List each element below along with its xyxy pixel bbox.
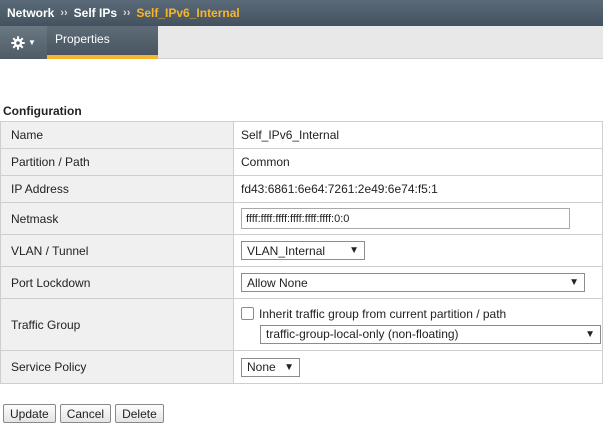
vlan-select-value: VLAN_Internal [247, 243, 326, 258]
partition-value: Common [233, 148, 603, 176]
name-value: Self_IPv6_Internal [233, 121, 603, 149]
tab-bar: ▼ Properties [0, 26, 603, 59]
port-lockdown-cell: Allow None ▼ [233, 266, 603, 299]
netmask-cell [233, 202, 603, 235]
chevron-down-icon: ▼ [28, 38, 36, 47]
table-row: IP Address fd43:6861:6e64:7261:2e49:6e74… [0, 175, 603, 203]
table-row: Service Policy None ▼ [0, 350, 603, 384]
service-policy-select-value: None [247, 360, 276, 374]
traffic-group-cell: Inherit traffic group from current parti… [233, 298, 603, 351]
breadcrumb: Network ›› Self IPs ›› Self_IPv6_Interna… [0, 0, 603, 26]
section-title: Configuration [3, 104, 82, 118]
port-lockdown-select[interactable]: Allow None ▼ [241, 273, 585, 292]
vlan-select[interactable]: VLAN_Internal ▼ [241, 241, 365, 260]
update-button[interactable]: Update [3, 404, 56, 423]
ip-address-value: fd43:6861:6e64:7261:2e49:6e74:f5:1 [233, 175, 603, 203]
ip-address-label: IP Address [0, 175, 234, 203]
tab-properties[interactable]: Properties [47, 26, 158, 59]
inherit-traffic-group-label: Inherit traffic group from current parti… [259, 306, 507, 321]
breadcrumb-network[interactable]: Network [7, 6, 54, 20]
configuration-table: Name Self_IPv6_Internal Partition / Path… [0, 121, 603, 384]
traffic-group-label: Traffic Group [0, 298, 234, 351]
port-lockdown-select-value: Allow None [247, 275, 308, 290]
cancel-button[interactable]: Cancel [59, 404, 112, 423]
service-policy-select[interactable]: None ▼ [241, 357, 300, 377]
traffic-group-select[interactable]: traffic-group-local-only (non-floating) … [260, 324, 601, 344]
service-policy-cell: None ▼ [233, 350, 603, 384]
gear-menu-button[interactable]: ▼ [0, 26, 47, 59]
inherit-traffic-group: Inherit traffic group from current parti… [241, 307, 602, 321]
breadcrumb-current: Self_IPv6_Internal [136, 6, 240, 20]
table-row: Netmask [0, 202, 603, 235]
port-lockdown-label: Port Lockdown [0, 266, 234, 299]
traffic-group-select-wrap: traffic-group-local-only (non-floating) … [241, 324, 602, 344]
chevron-down-icon: ▼ [349, 245, 359, 256]
vlan-cell: VLAN_Internal ▼ [233, 234, 603, 267]
chevron-down-icon: ▼ [284, 361, 294, 373]
table-row: Name Self_IPv6_Internal [0, 121, 603, 149]
table-row: Port Lockdown Allow None ▼ [0, 266, 603, 299]
action-buttons: Update Cancel Delete [3, 404, 168, 423]
inherit-traffic-group-checkbox[interactable] [241, 307, 254, 320]
table-row: Partition / Path Common [0, 148, 603, 176]
vlan-label: VLAN / Tunnel [0, 234, 234, 267]
chevron-down-icon: ▼ [569, 277, 579, 288]
gear-icon [11, 35, 25, 50]
service-policy-label: Service Policy [0, 350, 234, 384]
netmask-label: Netmask [0, 202, 234, 235]
name-label: Name [0, 121, 234, 149]
partition-label: Partition / Path [0, 148, 234, 176]
delete-button[interactable]: Delete [115, 404, 164, 423]
breadcrumb-self-ips[interactable]: Self IPs [74, 6, 117, 20]
table-row: Traffic Group Inherit traffic group from… [0, 298, 603, 351]
breadcrumb-separator: ›› [123, 7, 131, 19]
table-row: VLAN / Tunnel VLAN_Internal ▼ [0, 234, 603, 267]
breadcrumb-separator: ›› [60, 7, 68, 19]
traffic-group-select-value: traffic-group-local-only (non-floating) [266, 327, 459, 341]
netmask-input[interactable] [241, 208, 570, 229]
chevron-down-icon: ▼ [585, 328, 595, 340]
